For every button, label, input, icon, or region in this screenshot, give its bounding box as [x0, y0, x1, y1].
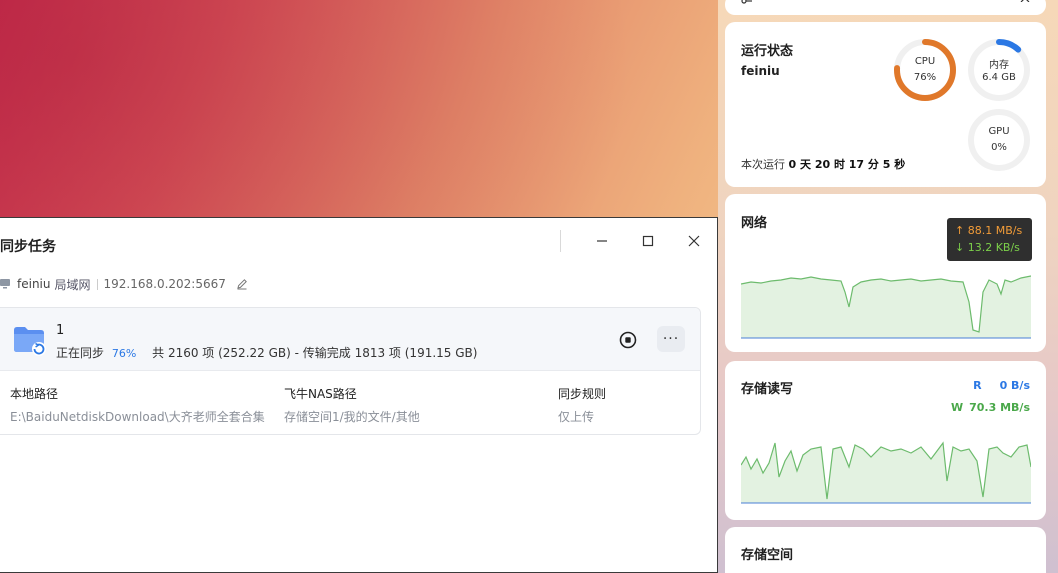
widget-panel: 运行状态 feiniu CPU 76% 内存 6.4 GB GPU 0% 本次运…	[718, 0, 1058, 573]
computer-icon	[0, 279, 10, 289]
sync-progress: 76%	[111, 347, 137, 360]
nas-path-column: 飞牛NAS路径 存储空间1/我的文件/其他	[284, 385, 420, 425]
sync-state: 正在同步	[56, 346, 105, 360]
host-name: feiniu	[741, 64, 780, 78]
more-options-button[interactable]: ···	[657, 326, 685, 352]
gpu-label: GPU	[988, 126, 1010, 137]
cpu-gauge: CPU 76%	[892, 37, 958, 103]
network-type: 局域网	[54, 277, 91, 292]
network-speed-tooltip: ↑ 88.1 MB/s ↓ 13.2 KB/s	[947, 218, 1032, 261]
window-controls	[560, 226, 717, 256]
cpu-value: 76%	[913, 72, 937, 83]
cpu-label: CPU	[914, 56, 936, 67]
info-divider	[96, 278, 98, 290]
minimize-icon	[597, 240, 607, 242]
read-speed: 0 B/s	[999, 379, 1030, 392]
local-path-column: 本地路径 E:\BaiduNetdiskDownload\大齐老师全套合集	[10, 385, 265, 425]
write-key: W	[950, 401, 964, 414]
maximize-button[interactable]	[625, 226, 671, 256]
controls-divider	[560, 230, 561, 252]
sync-rule-column: 同步规则 仅上传	[558, 385, 606, 425]
read-key: R	[973, 379, 982, 392]
uptime-value: 0 天 20 时 17 分 5 秒	[788, 158, 906, 171]
uptime-line: 本次运行 0 天 20 时 17 分 5 秒	[741, 156, 905, 172]
sync-rule-value: 仅上传	[558, 410, 595, 424]
storage-io-title: 存储读写	[741, 382, 794, 397]
read-speed-row: R 0 B/s	[973, 379, 1030, 392]
network-area	[741, 276, 1031, 338]
memory-value: 6.4 GB	[982, 72, 1016, 83]
disk-io-area	[741, 443, 1031, 503]
download-speed: ↓ 13.2 KB/s	[955, 241, 1020, 254]
transfer-summary: 共 2160 项 (252.22 GB) - 传输完成 1813 项 (191.…	[152, 346, 478, 360]
gpu-gauge-ring	[968, 109, 1030, 171]
write-speed: 70.3 MB/s	[969, 401, 1030, 414]
connection-info: feiniu 局域网 192.168.0.202:5667	[0, 276, 248, 292]
gpu-value: 0%	[991, 142, 1007, 153]
storage-space-widget: 存储空间	[725, 527, 1046, 573]
local-path-label: 本地路径	[10, 387, 59, 401]
storage-io-widget: 存储读写 R 0 B/s W 70.3 MB/s	[725, 361, 1046, 520]
close-button[interactable]	[671, 226, 717, 256]
maximize-icon	[642, 235, 654, 247]
storage-space-title: 存储空间	[741, 548, 794, 563]
minimize-button[interactable]	[579, 226, 625, 256]
system-status-widget: 运行状态 feiniu CPU 76% 内存 6.4 GB GPU 0% 本次运…	[725, 22, 1046, 187]
status-title: 运行状态	[741, 44, 794, 59]
stop-sync-button[interactable]	[618, 330, 638, 350]
folder-sync-icon	[14, 327, 46, 356]
sync-task-card: 1 正在同步 76% 共 2160 项 (252.22 GB) - 传输完成 1…	[0, 307, 701, 435]
sync-task-window: 同步任务 feiniu 局域网 192.168.0.202:5667 1 正在同…	[0, 217, 718, 573]
upload-speed: ↑ 88.1 MB/s	[955, 224, 1023, 237]
network-title: 网络	[741, 216, 768, 231]
memory-gauge: 内存 6.4 GB	[966, 37, 1032, 103]
task-status-line: 正在同步 76% 共 2160 项 (252.22 GB) - 传输完成 181…	[56, 344, 477, 361]
device-name: feiniu	[17, 277, 51, 291]
top-widget-partial	[725, 0, 1046, 15]
edit-icon[interactable]	[236, 278, 248, 290]
network-widget: 网络 ↑ 88.1 MB/s ↓ 13.2 KB/s	[725, 194, 1046, 352]
window-title: 同步任务	[0, 239, 56, 255]
task-header: 1 正在同步 76% 共 2160 项 (252.22 GB) - 传输完成 1…	[0, 308, 700, 371]
local-path-value: E:\BaiduNetdiskDownload\大齐老师全套合集	[10, 410, 265, 424]
nas-path-label: 飞牛NAS路径	[284, 387, 357, 401]
close-icon	[688, 235, 700, 247]
network-traffic-chart	[741, 275, 1031, 339]
uptime-label: 本次运行	[741, 158, 785, 171]
task-name: 1	[56, 323, 65, 338]
write-speed-row: W 70.3 MB/s	[951, 401, 1030, 414]
widget-close-icon[interactable]	[1020, 0, 1030, 2]
nas-path-value: 存储空间1/我的文件/其他	[284, 410, 420, 424]
cpu-gauge-ring	[894, 39, 956, 101]
disk-io-chart	[741, 441, 1031, 504]
task-paths: 本地路径 E:\BaiduNetdiskDownload\大齐老师全套合集 飞牛…	[0, 371, 700, 435]
sync-rule-label: 同步规则	[558, 387, 607, 401]
server-address: 192.168.0.202:5667	[103, 277, 226, 291]
memory-label: 内存	[989, 60, 1009, 71]
gpu-gauge: GPU 0%	[966, 107, 1032, 173]
key-icon	[741, 0, 752, 4]
